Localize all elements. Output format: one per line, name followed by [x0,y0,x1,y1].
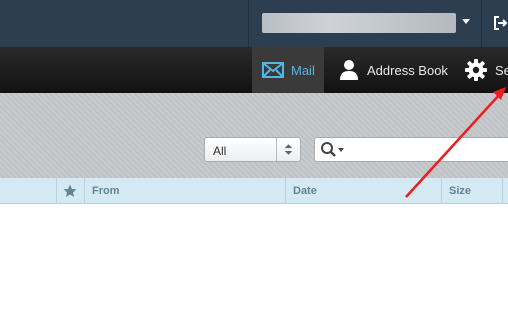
person-icon [340,60,358,80]
account-bar [0,0,508,47]
chevron-down-icon[interactable] [462,19,470,24]
column-from[interactable]: From [84,178,285,203]
filter-select[interactable]: All [204,137,301,162]
column-flag[interactable] [56,178,84,203]
column-date-label: Date [293,184,317,197]
search-icon[interactable] [319,141,347,159]
account-menu[interactable] [262,13,456,33]
nav-settings-label: Se [495,62,508,78]
gear-icon [465,59,487,81]
main-nav: Mail Address Book Se [0,47,508,93]
up-down-arrows-icon [276,138,293,161]
column-size-label: Size [449,184,472,197]
nav-mail[interactable]: Mail [252,47,324,93]
column-date[interactable]: Date [285,178,441,203]
nav-mail-label: Mail [291,62,315,78]
nav-settings[interactable]: Se [462,47,508,93]
logo-area [0,0,248,47]
nav-address-book-label: Address Book [367,62,448,78]
column-end [502,178,508,203]
column-from-label: From [92,184,120,197]
logout-icon[interactable] [492,14,508,32]
topbar-divider [248,0,249,47]
nav-address-book[interactable]: Address Book [334,47,448,93]
column-select[interactable] [0,178,56,203]
message-toolbar [0,93,508,178]
topbar-divider-right [481,0,482,47]
mail-icon [262,62,284,78]
message-list-header: From Date Size [0,178,508,204]
star-icon [63,184,77,197]
message-list [0,204,508,315]
webmail-window: Mail Address Book Se All From Date Size [0,0,508,315]
search-input[interactable] [314,137,508,162]
column-size[interactable]: Size [441,178,502,203]
filter-select-value: All [213,144,227,158]
